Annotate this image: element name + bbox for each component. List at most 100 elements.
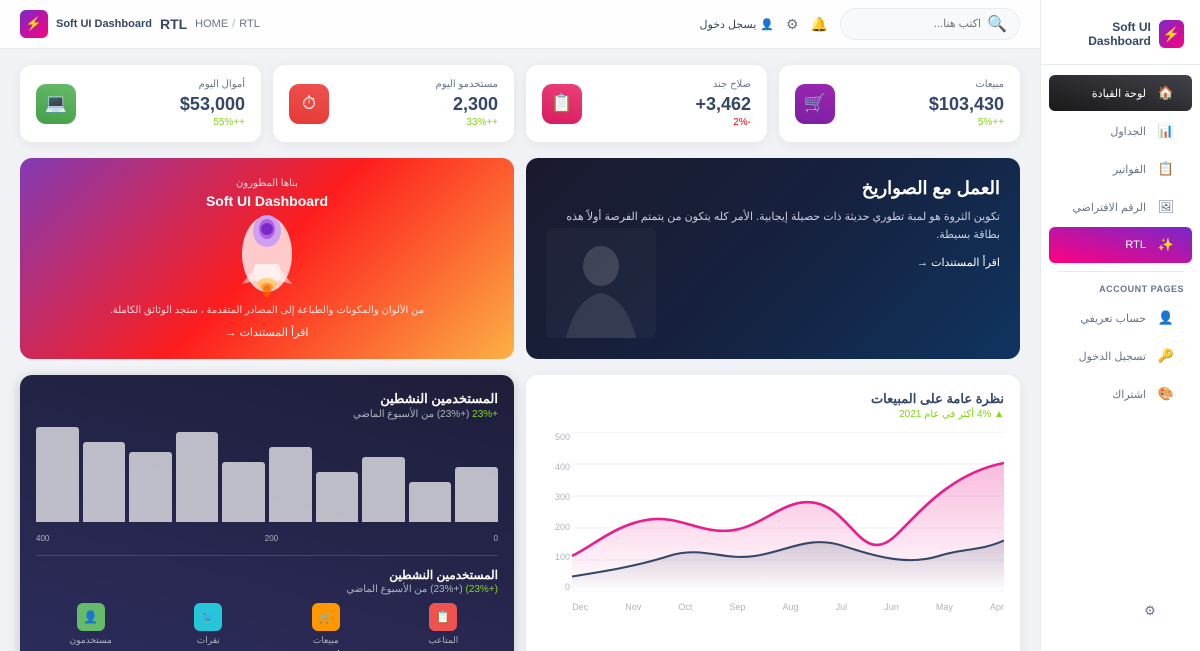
sidebar-item-tables[interactable]: 📊 الجداول: [1049, 113, 1192, 149]
bottom-stat-0: 📋 المتاعب 43: [389, 603, 499, 651]
bar-5: [222, 462, 265, 522]
sidebar: ⚡ Soft UI Dashboard 🏠 لوحة القيادة📊 الجد…: [1040, 0, 1200, 651]
active-stats-header: المستخدمين النشطين (+23%) (+23%) من الأس…: [36, 568, 498, 595]
sales-chart-card: نظرة عامة على المبيعات ▲ 4% أكثر في عام …: [526, 375, 1020, 651]
bar-item-9: [36, 427, 79, 522]
bar-8: [83, 442, 126, 522]
stat-icon-0: 🛒: [795, 84, 835, 124]
stat-card-3: أموال اليوم $53,000 ++55% 💻: [20, 65, 261, 142]
bottom-stat-label-3: مستخدمون: [36, 635, 146, 646]
main-content: 🔍 🔔 ⚙ 👤 يسجل دخول RTL / HOME RTL Soft UI…: [0, 0, 1040, 651]
rocket-area: [232, 209, 302, 299]
bottom-stat-icon-0: 📋: [429, 603, 457, 631]
login-button[interactable]: 👤 يسجل دخول: [700, 18, 774, 31]
x-axis-label: Dec: [572, 602, 588, 612]
y-axis-label: 300: [542, 492, 570, 502]
nav-label-signin: تسجيل الدخول: [1079, 350, 1146, 363]
nav-label-profile: حساب تعريفي: [1080, 312, 1146, 325]
bottom-stats-grid: 📋 المتاعب 43 🛒 مبيعات 435$ 🐦 نقرات 2m 👤 …: [36, 603, 498, 651]
stat-info-3: أموال اليوم $53,000 ++55%: [180, 79, 245, 128]
product-label: بناها المطورون: [206, 178, 328, 189]
search-input[interactable]: [853, 18, 981, 30]
bar-6: [176, 432, 219, 522]
stat-value-1: 3,462+: [695, 94, 751, 115]
nav-label-signup: اشتراك: [1112, 388, 1146, 401]
stat-icon-3: 💻: [36, 84, 76, 124]
sidebar-item-virtual[interactable]: 🖼 الرقم الافتراضي: [1049, 189, 1192, 225]
bottom-stat-label-0: المتاعب: [389, 635, 499, 646]
stat-card-2: مستخدمو اليوم 2,300 ++33% ⏱: [273, 65, 514, 142]
product-info: بناها المطورون Soft UI Dashboard: [206, 178, 328, 209]
stat-info-0: مبيعات $103,430 ++5%: [929, 79, 1004, 128]
active-users-sub: +23% (+23%) من الأسبوع الماضي: [36, 409, 498, 420]
stat-value-3: $53,000: [180, 94, 245, 115]
y-axis-label: 200: [542, 522, 570, 532]
notification-icon[interactable]: 🔔: [811, 16, 828, 33]
x-axis: AprMayJunJulAugSepOctNovDec: [572, 602, 1004, 612]
chart-svg-area: [572, 432, 1004, 592]
charts-row: نظرة عامة على المبيعات ▲ 4% أكثر في عام …: [20, 375, 1020, 651]
stat-value-2: 2,300: [436, 94, 499, 115]
header-brand-icon: ⚡: [20, 10, 48, 38]
y-axis: 500 400 300 200 100 0: [542, 432, 570, 592]
nav-label-rtl: RTL: [1125, 239, 1146, 251]
sales-chart-header: نظرة عامة على المبيعات ▲ 4% أكثر في عام …: [542, 391, 1004, 420]
bar-item-1: [409, 482, 452, 522]
product-link[interactable]: اقرأ المستندات →: [226, 326, 309, 339]
bar-item-5: [222, 462, 265, 522]
settings-icon[interactable]: ⚙: [786, 16, 799, 33]
nav-label-dashboard: لوحة القيادة: [1092, 87, 1146, 100]
x-axis-label: Jun: [884, 602, 899, 612]
search-box[interactable]: 🔍: [840, 8, 1020, 40]
bottom-stat-icon-2: 🐦: [194, 603, 222, 631]
stat-card-1: صلاح جند 3,462+ -2% 📋: [526, 65, 767, 142]
stat-icon-1: 📋: [542, 84, 582, 124]
bottom-stat-2: 🐦 نقرات 2m: [154, 603, 264, 651]
y-axis-label: 500: [542, 432, 570, 442]
stats-row: مبيعات $103,430 ++5% 🛒 صلاح جند 3,462+ -…: [20, 65, 1020, 142]
x-axis-label: Sep: [729, 602, 745, 612]
person-illustration: [546, 228, 656, 338]
y-axis-label: 100: [542, 552, 570, 562]
stat-change-2: ++33%: [436, 117, 499, 128]
y-axis-label: 0: [542, 582, 570, 592]
nav-icon-virtual: 🖼: [1156, 197, 1176, 217]
brand-label: Soft UI Dashboard: [56, 18, 152, 30]
product-desc: من الألوان والمكونات والطباعة إلى المصاد…: [110, 303, 424, 318]
x-axis-label: Oct: [678, 602, 692, 612]
bar-1: [409, 482, 452, 522]
settings-icon: ⚙: [1140, 601, 1160, 621]
sidebar-item-rtl[interactable]: ✨ RTL: [1049, 227, 1192, 263]
y-axis-label: 400: [542, 462, 570, 472]
sidebar-item-signin[interactable]: 🔑 تسجيل الدخول: [1049, 338, 1192, 374]
sidebar-item-signup[interactable]: 🎨 اشتراك: [1049, 376, 1192, 412]
bar-4: [269, 447, 312, 522]
settings-item[interactable]: ⚙: [1065, 593, 1176, 629]
active-users-card: المستخدمين النشطين +23% (+23%) من الأسبو…: [20, 375, 514, 651]
account-section-label: ACCOUNT PAGES: [1041, 280, 1200, 298]
sidebar-item-billing[interactable]: 📋 الفواتير: [1049, 151, 1192, 187]
sidebar-item-profile[interactable]: 👤 حساب تعريفي: [1049, 300, 1192, 336]
bar-item-6: [176, 432, 219, 522]
nav-icon-dashboard: 🏠: [1156, 83, 1176, 103]
nav-label-virtual: الرقم الافتراضي: [1072, 201, 1146, 214]
brand-name: Soft UI Dashboard: [1057, 20, 1151, 48]
nav-icon-profile: 👤: [1156, 308, 1176, 328]
bar-item-2: [362, 457, 405, 522]
promo-gradient-card: بناها المطورون Soft UI Dashboard: [20, 158, 514, 359]
line-chart-svg: [572, 432, 1004, 592]
x-axis-label: Aug: [783, 602, 799, 612]
stat-card-0: مبيعات $103,430 ++5% 🛒: [779, 65, 1020, 142]
sidebar-brand[interactable]: ⚡ Soft UI Dashboard: [1041, 12, 1200, 65]
rocket-icon: [232, 209, 302, 299]
header: 🔍 🔔 ⚙ 👤 يسجل دخول RTL / HOME RTL Soft UI…: [0, 0, 1040, 49]
sidebar-item-dashboard[interactable]: 🏠 لوحة القيادة: [1049, 75, 1192, 111]
bar-9: [36, 427, 79, 522]
sales-chart-title: نظرة عامة على المبيعات: [542, 391, 1004, 407]
sales-chart-subtitle: ▲ 4% أكثر في عام 2021: [542, 409, 1004, 420]
stat-label-0: مبيعات: [929, 79, 1004, 90]
stat-label-2: مستخدمو اليوم: [436, 79, 499, 90]
bottom-stat-1: 🛒 مبيعات 435$: [271, 603, 381, 651]
nav-label-billing: الفواتير: [1113, 163, 1146, 176]
promo-dark-card: العمل مع الصواريخ تكوين الثروة هو لمبة ت…: [526, 158, 1020, 359]
